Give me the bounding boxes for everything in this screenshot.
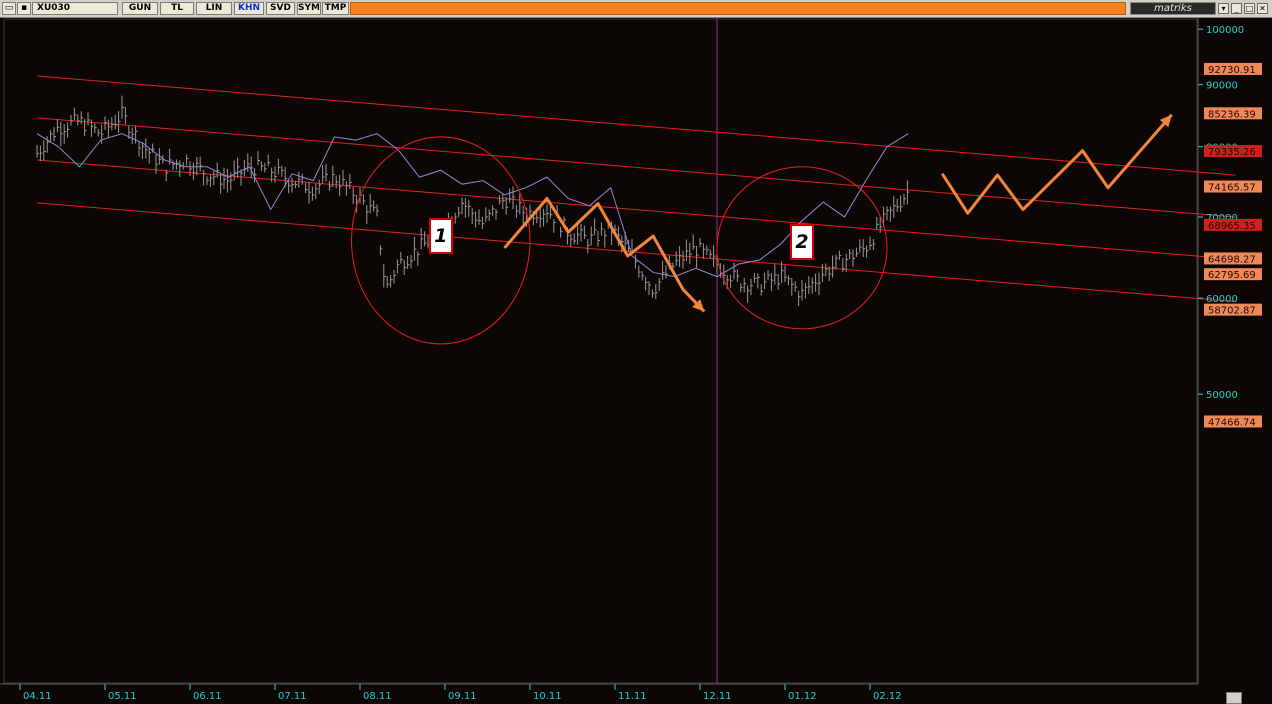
x-tick-label: 06.11 xyxy=(193,691,222,702)
toolbar: ▭ ▪ XU030 GUN TL LIN KHN SVD SYM TMP matriks ▾… xyxy=(0,0,1272,18)
toolbar-button-lin[interactable]: LIN xyxy=(196,2,232,15)
y-tick-label: 50000 xyxy=(1206,390,1238,401)
menu-icon[interactable]: ▭ xyxy=(2,2,16,15)
toolbar-button-gun[interactable]: GUN xyxy=(122,2,158,15)
level-label: 79335.26 xyxy=(1208,147,1256,158)
x-tick-label: 04.11 xyxy=(23,691,52,702)
x-tick-label: 12.11 xyxy=(703,691,732,702)
y-tick-label: 100000 xyxy=(1206,25,1244,36)
maximize-icon[interactable]: □ xyxy=(1244,3,1255,14)
toolbar-button-khn[interactable]: KHN xyxy=(234,2,264,15)
level-label: 85236.39 xyxy=(1208,109,1256,120)
price-chart[interactable]: 100000900008000070000600005000092730.918… xyxy=(0,18,1272,704)
brand-logo: matriks xyxy=(1130,2,1216,15)
level-label: 64698.27 xyxy=(1208,254,1256,265)
level-label: 68965.35 xyxy=(1208,221,1256,232)
y-tick-label: 90000 xyxy=(1206,81,1238,92)
toolbar-button-svd[interactable]: SVD xyxy=(266,2,295,15)
minimize-icon[interactable]: _ xyxy=(1231,3,1242,14)
status-icon[interactable] xyxy=(1226,692,1242,704)
symbol-field[interactable]: XU030 xyxy=(32,2,118,15)
level-label: 47466.74 xyxy=(1208,417,1256,428)
x-tick-label: 08.11 xyxy=(363,691,392,702)
x-tick-label: 07.11 xyxy=(278,691,307,702)
x-tick-label: 10.11 xyxy=(533,691,562,702)
annotation-label-1: 1 xyxy=(428,218,453,255)
level-label: 92730.91 xyxy=(1208,65,1256,76)
x-tick-label: 09.11 xyxy=(448,691,477,702)
toolbar-button-sym[interactable]: SYM xyxy=(297,2,321,15)
close-icon[interactable]: ✕ xyxy=(1257,3,1268,14)
level-label: 74165.57 xyxy=(1208,183,1256,194)
toolbar-button-tmp[interactable]: TMP xyxy=(322,2,349,15)
x-tick-label: 11.11 xyxy=(618,691,647,702)
settings-icon[interactable]: ▪ xyxy=(17,2,31,15)
x-tick-label: 01.12 xyxy=(788,691,817,702)
chart-background xyxy=(0,18,1272,704)
toolbar-spacer xyxy=(350,2,1126,15)
level-label: 58702.87 xyxy=(1208,306,1256,317)
y-tick-label: 60000 xyxy=(1206,294,1238,305)
level-label: 62795.69 xyxy=(1208,270,1256,281)
x-tick-label: 05.11 xyxy=(108,691,137,702)
dropdown-icon[interactable]: ▾ xyxy=(1218,3,1229,14)
toolbar-button-tl[interactable]: TL xyxy=(160,2,194,15)
x-tick-label: 02.12 xyxy=(873,691,902,702)
annotation-label-2: 2 xyxy=(790,223,814,260)
